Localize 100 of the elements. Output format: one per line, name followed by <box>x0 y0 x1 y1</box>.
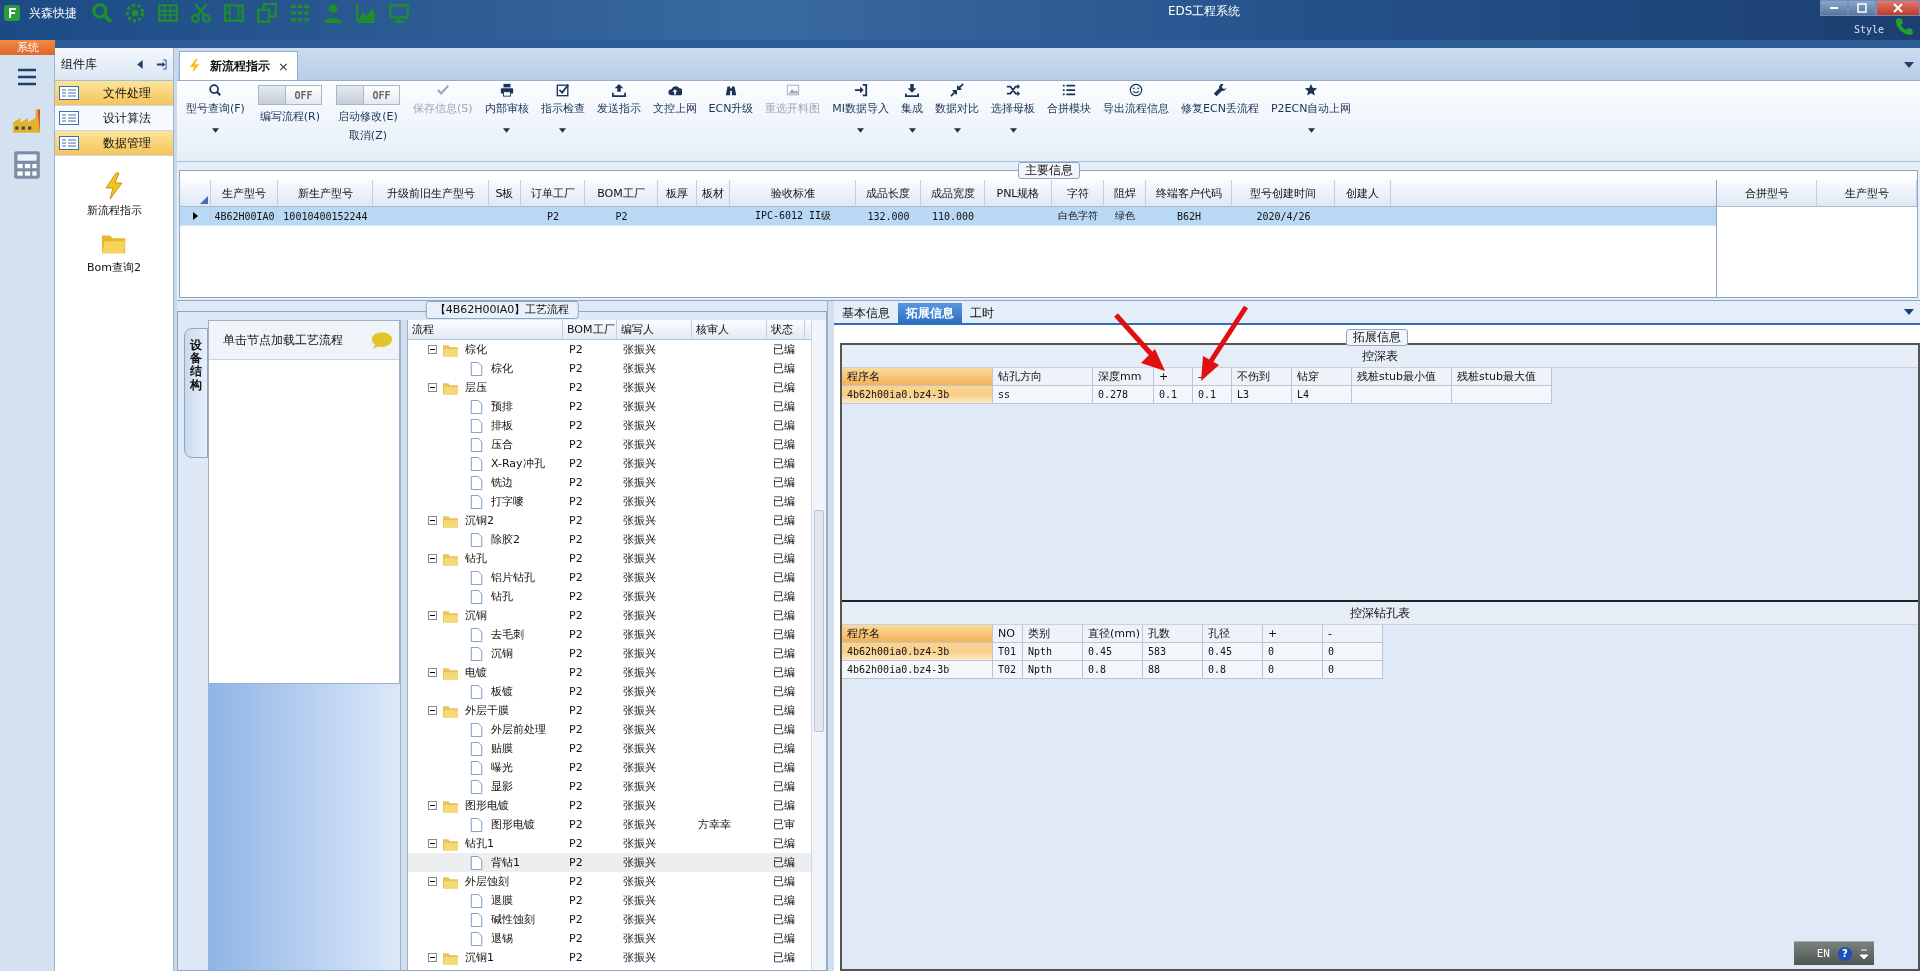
tree-row[interactable]: 沉铜1 P2 张振兴 已编 <box>408 948 811 967</box>
dropdown-button[interactable]: 型号查询(F) <box>181 81 250 135</box>
launcher-label[interactable]: 新流程指示 <box>84 202 144 219</box>
column-header[interactable]: 合拼型号 <box>1717 180 1817 206</box>
column-header[interactable]: 验收标准 <box>730 180 856 206</box>
column-header[interactable]: BOM工厂 <box>585 180 658 206</box>
expander-icon[interactable] <box>428 668 437 677</box>
column-header[interactable]: 直径(mm) <box>1083 625 1143 643</box>
tree-row[interactable]: 电镀 P2 张振兴 已编 <box>408 663 811 682</box>
tree-row[interactable]: 曝光 P2 张振兴 已编 <box>408 758 811 777</box>
toggle-switch[interactable]: OFF <box>257 85 322 105</box>
tree-row[interactable]: 预排 P2 张振兴 已编 <box>408 397 811 416</box>
column-header[interactable]: 生产型号 <box>1817 180 1917 206</box>
tree-row[interactable]: 棕化 P2 张振兴 已编 <box>408 359 811 378</box>
column-header[interactable]: 订单工厂 <box>521 180 585 206</box>
tree-row[interactable]: 外层干膜 P2 张振兴 已编 <box>408 701 811 720</box>
tree-row[interactable]: 铝片钻孔 P2 张振兴 已编 <box>408 568 811 587</box>
tree-row[interactable]: 铣边 P2 张振兴 已编 <box>408 473 811 492</box>
column-header[interactable]: 成品长度 <box>856 180 921 206</box>
caret-icon[interactable] <box>1904 62 1914 68</box>
column-header[interactable]: 残桩stub最大值 <box>1452 368 1552 386</box>
tab[interactable]: 拓展信息 <box>898 303 962 323</box>
expander-icon[interactable] <box>428 345 437 354</box>
dropdown-button[interactable]: 数据对比 <box>930 81 985 135</box>
maximize-button[interactable] <box>1848 0 1876 16</box>
component-item[interactable]: 设计算法 <box>55 106 173 131</box>
ribbon-button[interactable]: 发送指示 <box>591 81 646 118</box>
minimize-button[interactable] <box>1820 0 1848 16</box>
style-menu[interactable]: Style <box>1853 23 1884 35</box>
document-tab[interactable]: 新流程指示 × <box>179 51 298 80</box>
caret-icon[interactable] <box>1904 309 1914 315</box>
tree-row[interactable]: 背钻1 P2 张振兴 已编 <box>408 853 811 872</box>
column-header[interactable]: 字符 <box>1052 180 1104 206</box>
column-header[interactable]: S板 <box>489 180 521 206</box>
table-row[interactable]: 4B62H00IA0 10010400152244 P2 P2 IPC-6012 II级 132.000 110.000 白色字符 绿色 B62H 2020/4/26 <box>180 207 1716 226</box>
column-header[interactable]: 孔径 <box>1203 625 1263 643</box>
column-header[interactable]: 类别 <box>1023 625 1083 643</box>
sign-in-icon[interactable] <box>156 58 167 70</box>
tree-row[interactable]: 钻孔1 P2 张振兴 已编 <box>408 834 811 853</box>
column-header[interactable]: 钻穿 <box>1292 368 1352 386</box>
component-item[interactable]: 文件处理 <box>55 81 173 106</box>
column-header[interactable]: 新生产型号 <box>278 180 373 206</box>
scrollbar[interactable] <box>811 320 826 970</box>
expander-icon[interactable] <box>428 383 437 392</box>
tree-row[interactable]: 排板 P2 张振兴 已编 <box>408 416 811 435</box>
ribbon-button[interactable]: 文控上网 <box>647 81 702 118</box>
tree-row[interactable]: X-Ray冲孔 P2 张振兴 已编 <box>408 454 811 473</box>
column-header[interactable]: 成品宽度 <box>921 180 985 206</box>
expander-icon[interactable] <box>428 877 437 886</box>
ribbon-button[interactable]: 合拼模块 <box>1042 81 1097 118</box>
tree-row[interactable]: 棕化 P2 张振兴 已编 <box>408 340 811 359</box>
tree-row[interactable]: 沉铜 P2 张振兴 已编 <box>408 644 811 663</box>
calculator-icon[interactable] <box>11 149 43 181</box>
expander-icon[interactable] <box>428 516 437 525</box>
tree-row[interactable]: 层压 P2 张振兴 已编 <box>408 378 811 397</box>
tab[interactable]: 工时 <box>962 303 1002 323</box>
close-button[interactable] <box>1876 0 1920 16</box>
table-cell[interactable]: 4b62h00ia0.bz4-3b <box>842 643 993 661</box>
tree-row[interactable]: 碱性蚀刻 P2 张振兴 已编 <box>408 910 811 929</box>
tree-row[interactable]: 贴膜 P2 张振兴 已编 <box>408 739 811 758</box>
column-header[interactable]: 升级前旧生产型号 <box>373 180 489 206</box>
tree-row[interactable]: 板镀 P2 张振兴 已编 <box>408 682 811 701</box>
ribbon-button[interactable]: 修复ECN丢流程 <box>1176 81 1264 118</box>
help-button[interactable]: ? <box>1838 946 1852 961</box>
column-header[interactable]: 生产型号 <box>211 180 278 206</box>
tree-row[interactable]: 除胶2 P2 张振兴 已编 <box>408 530 811 549</box>
tree-row[interactable]: 退锡 P2 张振兴 已编 <box>408 929 811 948</box>
ribbon-button[interactable]: 导出流程信息 <box>1098 81 1175 118</box>
caret-icon[interactable] <box>1860 948 1868 959</box>
column-header[interactable]: 流程 <box>408 320 563 339</box>
column-header[interactable]: 不伤到 <box>1232 368 1292 386</box>
column-header[interactable]: 创建人 <box>1335 180 1391 206</box>
dropdown-button[interactable]: 选择母板 <box>986 81 1041 135</box>
collapse-icon[interactable] <box>135 58 146 70</box>
tab-close-button[interactable]: × <box>278 58 289 74</box>
expander-icon[interactable] <box>428 839 437 848</box>
tree-row[interactable]: 打字嘜 P2 张振兴 已编 <box>408 492 811 511</box>
tree-row[interactable]: 钻孔 P2 张振兴 已编 <box>408 549 811 568</box>
column-header[interactable]: PNL规格 <box>985 180 1052 206</box>
dropdown-button[interactable]: 指示检查 <box>535 81 590 135</box>
tree-row[interactable]: 退膜 P2 张振兴 已编 <box>408 891 811 910</box>
tree-row[interactable]: 外层前处理 P2 张振兴 已编 <box>408 720 811 739</box>
tab[interactable]: 基本信息 <box>834 303 898 323</box>
column-header[interactable]: 残桩stub最小值 <box>1352 368 1452 386</box>
column-header[interactable]: 板厚 <box>658 180 697 206</box>
column-header[interactable]: 核审人 <box>692 320 767 339</box>
tree-row[interactable]: 沉铜2 P2 张振兴 已编 <box>408 511 811 530</box>
tree-row[interactable]: 外层蚀刻 P2 张振兴 已编 <box>408 872 811 891</box>
column-header[interactable]: 终端客户代码 <box>1146 180 1232 206</box>
toggle-switch[interactable]: OFF <box>335 85 400 105</box>
column-header[interactable]: 程序名 <box>842 625 993 643</box>
dropdown-button[interactable]: 内部审核 <box>479 81 534 135</box>
column-header[interactable]: 孔数 <box>1143 625 1203 643</box>
column-header[interactable]: 板材 <box>697 180 730 206</box>
column-header[interactable]: 深度mm <box>1093 368 1154 386</box>
column-header[interactable]: 程序名 <box>842 368 993 386</box>
tree-row[interactable]: 沉铜 P2 张振兴 已编 <box>408 606 811 625</box>
scroll-thumb[interactable] <box>814 510 824 732</box>
expander-icon[interactable] <box>428 801 437 810</box>
tree-row[interactable]: 图形电镀 P2 张振兴 已编 <box>408 796 811 815</box>
